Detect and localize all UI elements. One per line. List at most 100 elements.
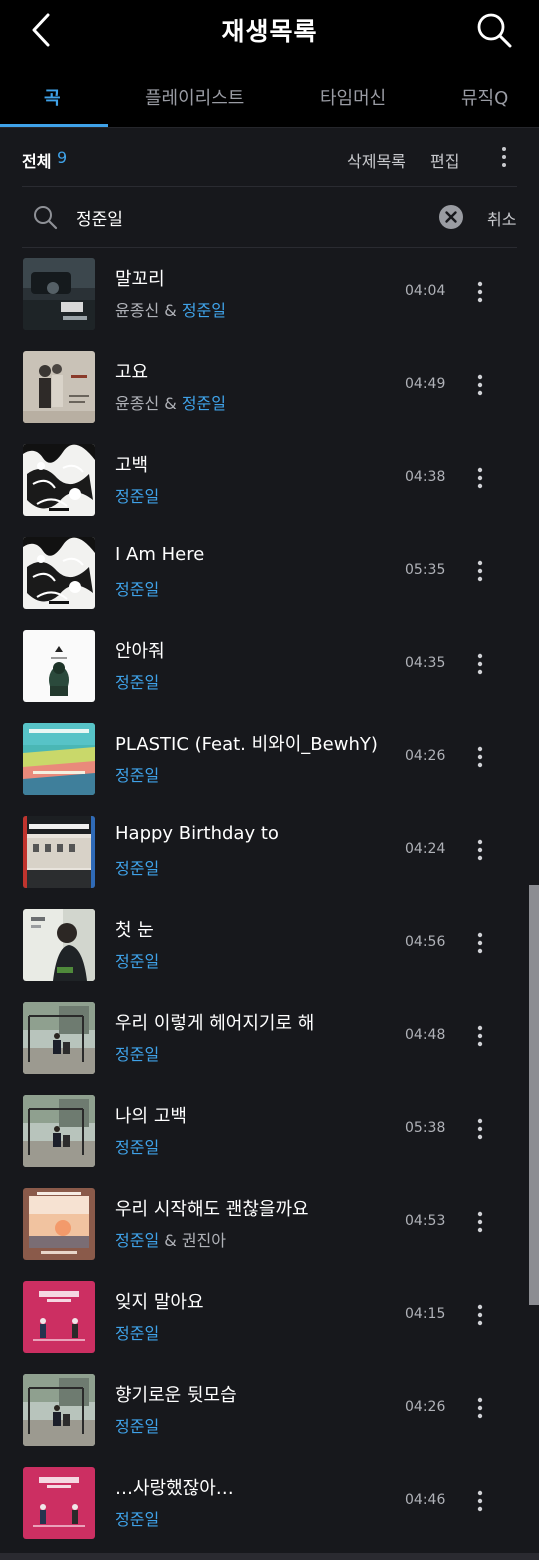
song-artist: 정준일 (115, 1413, 159, 1437)
more-vertical-icon (477, 1025, 483, 1047)
clear-search-button[interactable] (438, 204, 464, 230)
song-more-button[interactable] (471, 465, 489, 491)
album-art[interactable] (23, 909, 95, 981)
album-art-image (23, 351, 95, 423)
artist-name-highlight: 정준일 (115, 1324, 160, 1343)
album-art[interactable] (23, 537, 95, 609)
edit-button[interactable]: 편집 (430, 148, 459, 172)
song-duration: 04:56 (405, 934, 446, 950)
song-row[interactable]: 말꼬리 윤종신 & 정준일 04:04 (0, 247, 539, 340)
album-art[interactable] (23, 1467, 95, 1539)
song-more-button[interactable] (471, 372, 489, 398)
album-art[interactable] (23, 1188, 95, 1260)
song-row[interactable]: 첫 눈 정준일 04:56 (0, 898, 539, 991)
playlist-screen: 재생목록 곡 플레이리스트 타임머신 뮤직Q 전체 9 삭제목록 편집 정준일 … (0, 0, 539, 1560)
album-art-image (23, 1281, 95, 1353)
tab-playlists[interactable]: 플레이리스트 (145, 84, 244, 110)
song-title: 안아줘 (115, 641, 165, 662)
album-art-image (23, 258, 95, 330)
song-more-button[interactable] (471, 279, 489, 305)
song-more-button[interactable] (471, 1395, 489, 1421)
song-more-button[interactable] (471, 930, 489, 956)
album-art-image (23, 723, 95, 795)
scrollbar[interactable] (529, 885, 539, 1305)
song-row[interactable]: 나의 고백 정준일 05:38 (0, 1084, 539, 1177)
cancel-search-button[interactable]: 취소 (487, 206, 516, 230)
artist-name-highlight: 정준일 (115, 673, 160, 692)
album-art[interactable] (23, 351, 95, 423)
more-vertical-icon (477, 653, 483, 675)
artist-name-highlight: 정준일 (115, 580, 160, 599)
song-more-button[interactable] (471, 837, 489, 863)
song-duration: 05:38 (405, 1120, 446, 1136)
page-title: 재생목록 (221, 17, 318, 46)
song-row[interactable]: Happy Birthday to 정준일 04:24 (0, 805, 539, 898)
album-art-image (23, 1467, 95, 1539)
album-art[interactable] (23, 1095, 95, 1167)
bottom-edge (0, 1553, 539, 1560)
song-row[interactable]: 고요 윤종신 & 정준일 04:49 (0, 340, 539, 433)
album-art[interactable] (23, 630, 95, 702)
search-field-icon (32, 204, 58, 230)
song-more-button[interactable] (471, 1209, 489, 1235)
tab-music-q[interactable]: 뮤직Q (461, 84, 508, 110)
more-vertical-icon (477, 1304, 483, 1326)
album-art[interactable] (23, 258, 95, 330)
search-input[interactable] (76, 201, 416, 233)
album-art[interactable] (23, 444, 95, 516)
song-row[interactable]: 안아줘 정준일 04:35 (0, 619, 539, 712)
song-row[interactable]: 고백 정준일 04:38 (0, 433, 539, 526)
album-art[interactable] (23, 1281, 95, 1353)
more-vertical-icon (502, 147, 506, 167)
total-count: 9 (57, 148, 68, 167)
artist-name-highlight: 정준일 (181, 301, 226, 320)
deleted-list-button[interactable]: 삭제목록 (347, 148, 406, 172)
song-row[interactable]: 우리 이렇게 헤어지기로 해 정준일 04:48 (0, 991, 539, 1084)
song-artist: 윤종신 & 정준일 (115, 390, 226, 414)
tab-bar: 곡 플레이리스트 타임머신 뮤직Q (0, 62, 539, 128)
tab-timemachine[interactable]: 타임머신 (320, 84, 386, 110)
tab-songs[interactable]: 곡 (44, 84, 61, 110)
song-more-button[interactable] (471, 558, 489, 584)
song-more-button[interactable] (471, 651, 489, 677)
song-duration: 04:35 (405, 655, 446, 671)
album-art[interactable] (23, 816, 95, 888)
song-artist: 정준일 (115, 948, 159, 972)
album-art[interactable] (23, 1002, 95, 1074)
song-row[interactable]: 향기로운 뒷모습 정준일 04:26 (0, 1363, 539, 1456)
song-title: …사랑했잖아… (115, 1478, 234, 1499)
search-button[interactable] (474, 10, 514, 50)
song-row[interactable]: I Am Here 정준일 05:35 (0, 526, 539, 619)
artist-name: 윤종신 & (115, 301, 182, 320)
album-art[interactable] (23, 723, 95, 795)
more-vertical-icon (477, 1397, 483, 1419)
song-artist: 정준일 (115, 1320, 159, 1344)
album-art-image (23, 909, 95, 981)
song-row[interactable]: PLASTIC (Feat. 비와이_BewhY) 정준일 04:26 (0, 712, 539, 805)
artist-name-highlight: 정준일 (115, 952, 160, 971)
song-more-button[interactable] (471, 1302, 489, 1328)
song-more-button[interactable] (471, 1488, 489, 1514)
song-duration: 04:48 (405, 1027, 446, 1043)
song-title: 고요 (115, 362, 149, 383)
summary-more-button[interactable] (494, 145, 514, 169)
more-vertical-icon (477, 746, 483, 768)
song-more-button[interactable] (471, 1023, 489, 1049)
song-row[interactable]: 잊지 말아요 정준일 04:15 (0, 1270, 539, 1363)
artist-name-highlight: 정준일 (115, 1417, 160, 1436)
album-art[interactable] (23, 1374, 95, 1446)
song-duration: 04:24 (405, 841, 446, 857)
song-row[interactable]: …사랑했잖아… 정준일 04:46 (0, 1456, 539, 1549)
song-artist: 정준일 (115, 1506, 159, 1530)
song-artist: 정준일 & 권진아 (115, 1227, 226, 1251)
artist-name-highlight: 정준일 (115, 487, 160, 506)
song-duration: 04:53 (405, 1213, 446, 1229)
song-more-button[interactable] (471, 1116, 489, 1142)
song-more-button[interactable] (471, 744, 489, 770)
more-vertical-icon (477, 1211, 483, 1233)
artist-name-highlight: 정준일 (181, 394, 226, 413)
artist-name-highlight: 정준일 (115, 1231, 160, 1250)
song-row[interactable]: 우리 시작해도 괜찮을까요 정준일 & 권진아 04:53 (0, 1177, 539, 1270)
song-title: 우리 시작해도 괜찮을까요 (115, 1199, 309, 1220)
album-art-image (23, 444, 95, 516)
